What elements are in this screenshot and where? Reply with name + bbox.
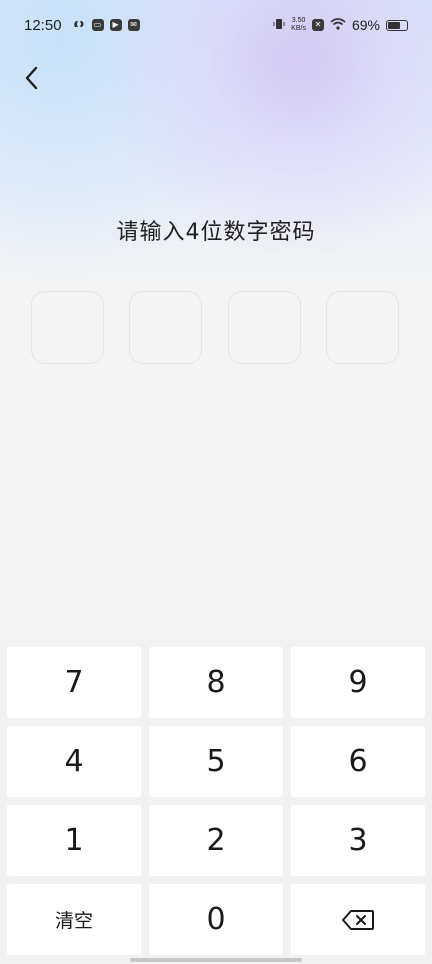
home-indicator [130, 958, 302, 962]
key-5[interactable]: 5 [149, 726, 283, 797]
key-0[interactable]: 0 [149, 884, 283, 955]
play-store-icon: ▶ [109, 19, 122, 31]
key-7[interactable]: 7 [7, 647, 141, 718]
page-title: 请输入4位数字密码 [116, 220, 316, 245]
key-1[interactable]: 1 [7, 805, 141, 876]
no-sim-icon: ✕ [311, 19, 324, 31]
mail-icon: ✉ [127, 19, 140, 31]
pin-input-row[interactable] [31, 291, 399, 364]
key-8[interactable]: 8 [149, 647, 283, 718]
key-3[interactable]: 3 [291, 805, 425, 876]
pin-digit-box[interactable] [325, 291, 399, 364]
battery-percent: 69% [351, 17, 380, 33]
numeric-keypad: 7 8 9 4 5 6 1 2 3 清空 0 [0, 640, 432, 964]
key-4[interactable]: 4 [7, 726, 141, 797]
back-button[interactable] [14, 60, 50, 96]
network-speed: 3.50 KB/s [291, 17, 306, 32]
key-9[interactable]: 9 [291, 647, 425, 718]
battery-icon [386, 19, 408, 31]
vibrate-icon [273, 17, 285, 33]
key-2[interactable]: 2 [149, 805, 283, 876]
app-notification-icon: ▭ [91, 19, 104, 31]
chevron-left-icon [25, 66, 38, 90]
clear-button[interactable]: 清空 [7, 884, 141, 955]
backspace-button[interactable] [291, 884, 425, 955]
status-bar: 12:50 ▭ ▶ ✉ 3.50 KB/s ✕ 69% [0, 0, 432, 50]
status-time: 12:50 [24, 16, 62, 34]
key-6[interactable]: 6 [291, 726, 425, 797]
backspace-icon [342, 909, 374, 930]
battery-level [388, 21, 400, 29]
pin-digit-box[interactable] [129, 291, 203, 364]
pin-digit-box[interactable] [31, 291, 104, 364]
wifi-icon [330, 17, 346, 33]
link-icon [72, 17, 86, 34]
pin-digit-box[interactable] [227, 291, 301, 364]
